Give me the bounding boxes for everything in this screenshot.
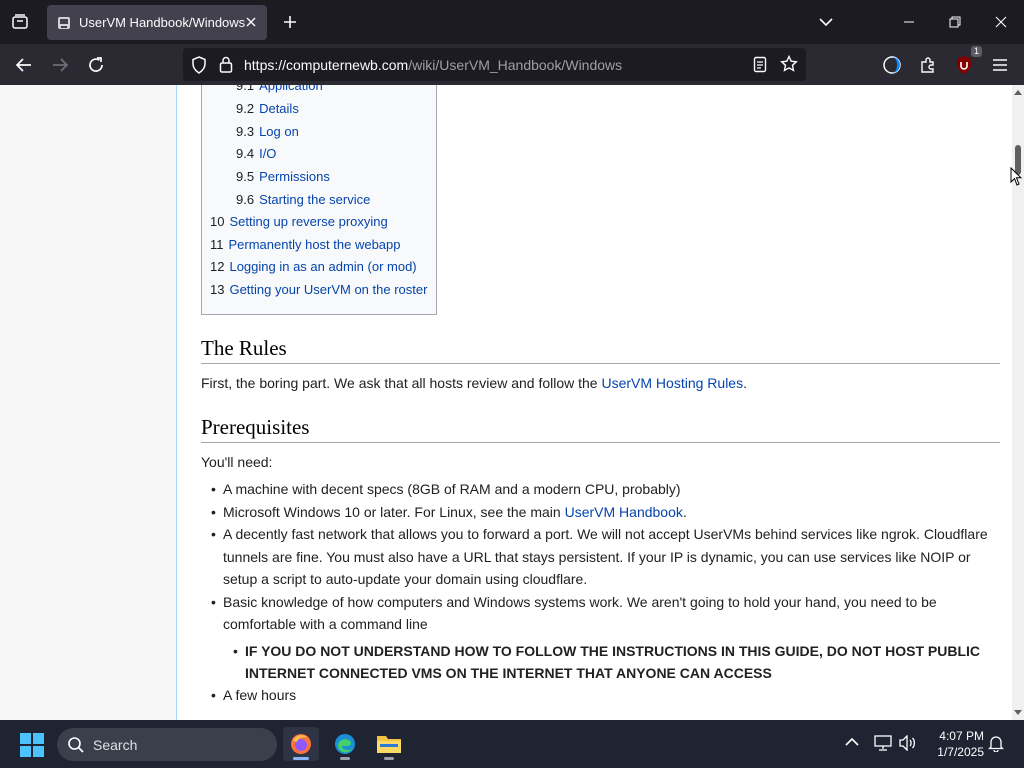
forward-icon[interactable] — [47, 52, 73, 78]
mouse-cursor-icon — [1010, 166, 1023, 192]
taskbar-firefox-icon[interactable] — [283, 727, 319, 761]
system-clock[interactable]: 4:07 PM 1/7/2025 — [924, 728, 984, 760]
wiki-article-content: 9.1 Application 9.2 Details 9.3 Log on 9.4 I… — [178, 85, 1012, 720]
new-tab-icon[interactable] — [280, 12, 300, 32]
web-page-viewport: 9.1 Application 9.2 Details 9.3 Log on 9.4 I… — [0, 85, 1012, 720]
ublock-origin-icon[interactable]: 1 — [951, 46, 982, 78]
running-app-indicator — [384, 757, 394, 760]
clock-date: 1/7/2025 — [937, 745, 984, 759]
tab-title: UserVM Handbook/Windows - — [79, 15, 247, 30]
reload-icon[interactable] — [83, 52, 109, 78]
rules-paragraph: First, the boring part. We ask that all … — [201, 375, 747, 391]
toc-item[interactable]: 9.4 I/O — [236, 146, 276, 161]
tab-list-icon[interactable] — [8, 10, 32, 34]
search-label: Search — [93, 737, 138, 753]
prerequisites-list: A machine with decent specs (8GB of RAM … — [201, 478, 1001, 706]
heading-the-rules: The Rules — [201, 336, 1000, 364]
list-item: Basic knowledge of how computers and Win… — [201, 591, 1001, 684]
scroll-down-arrow-icon[interactable] — [1014, 708, 1022, 718]
list-item: A decently fast network that allows you … — [201, 523, 1001, 591]
uservm-handbook-link[interactable]: UserVM Handbook — [565, 504, 683, 520]
toc-item[interactable]: 9.1 Application — [236, 85, 323, 93]
close-tab-icon[interactable] — [243, 14, 259, 30]
toc-item[interactable]: 9.2 Details — [236, 101, 299, 116]
extensions-puzzle-icon[interactable] — [915, 52, 941, 78]
close-window-icon[interactable] — [989, 10, 1013, 34]
windows-taskbar: Search 4:07 PM 1/7/2025 — [0, 720, 1024, 768]
network-icon[interactable] — [874, 735, 892, 756]
restore-icon[interactable] — [943, 10, 967, 34]
list-item: A machine with decent specs (8GB of RAM … — [201, 478, 1001, 501]
list-item: A few hours — [201, 684, 1001, 707]
wiki-sidebar — [0, 85, 177, 720]
tab-bar: UserVM Handbook/Windows - — [0, 0, 1024, 44]
running-app-indicator — [340, 757, 350, 760]
bookmark-star-icon[interactable] — [780, 54, 798, 78]
table-of-contents: 9.1 Application 9.2 Details 9.3 Log on 9.4 I… — [201, 85, 437, 315]
toc-item[interactable]: 12 Logging in as an admin (or mod) — [210, 259, 417, 274]
app-menu-hamburger-icon[interactable] — [987, 52, 1013, 78]
tracking-protection-shield-icon[interactable] — [191, 56, 207, 79]
ublock-badge-count: 1 — [970, 46, 982, 57]
firefox-sync-icon[interactable] — [879, 52, 905, 78]
lock-icon[interactable] — [219, 56, 233, 78]
clock-time: 4:07 PM — [939, 729, 984, 743]
url-domain: https://computernewb.com — [244, 57, 409, 73]
minimize-icon[interactable] — [897, 10, 921, 34]
toc-item[interactable]: 9.5 Permissions — [236, 169, 330, 184]
toc-item[interactable]: 9.6 Starting the service — [236, 192, 370, 207]
toc-item[interactable]: 13 Getting your UserVM on the roster — [210, 282, 427, 297]
toc-item[interactable]: 11 Permanently host the webapp — [210, 237, 401, 252]
toc-item[interactable]: 9.3 Log on — [236, 124, 299, 139]
list-all-tabs-icon[interactable] — [816, 12, 836, 32]
taskbar-search-box[interactable]: Search — [57, 728, 277, 761]
scroll-up-arrow-icon[interactable] — [1014, 87, 1022, 97]
active-tab[interactable]: UserVM Handbook/Windows - — [47, 5, 267, 40]
prereq-intro: You'll need: — [201, 454, 273, 470]
show-hidden-icons-chevron-icon[interactable] — [845, 734, 859, 752]
warning-list-item: IF YOU DO NOT UNDERSTAND HOW TO FOLLOW T… — [223, 640, 1001, 684]
hosting-rules-link[interactable]: UserVM Hosting Rules — [601, 375, 743, 391]
notification-bell-icon[interactable] — [987, 734, 1005, 757]
windows-start-icon[interactable] — [20, 733, 44, 757]
url-text[interactable]: https://computernewb.com/wiki/UserVM_Han… — [244, 57, 622, 73]
url-path: /wiki/UserVM_Handbook/Windows — [408, 57, 623, 73]
volume-icon[interactable] — [899, 734, 917, 756]
active-app-indicator — [293, 757, 309, 760]
taskbar-edge-icon[interactable] — [327, 727, 363, 761]
taskbar-file-explorer-icon[interactable] — [371, 727, 407, 761]
address-bar[interactable]: https://computernewb.com/wiki/UserVM_Han… — [183, 48, 806, 81]
heading-prerequisites: Prerequisites — [201, 415, 1000, 443]
nested-list: IF YOU DO NOT UNDERSTAND HOW TO FOLLOW T… — [223, 640, 1001, 684]
back-icon[interactable] — [11, 52, 37, 78]
search-icon — [67, 736, 85, 759]
navigation-toolbar: https://computernewb.com/wiki/UserVM_Han… — [0, 44, 1024, 85]
list-item: Microsoft Windows 10 or later. For Linux… — [201, 501, 1001, 524]
toc-item[interactable]: 10 Setting up reverse proxying — [210, 214, 388, 229]
wiki-favicon-icon — [58, 16, 70, 29]
reader-view-icon[interactable] — [753, 56, 767, 78]
